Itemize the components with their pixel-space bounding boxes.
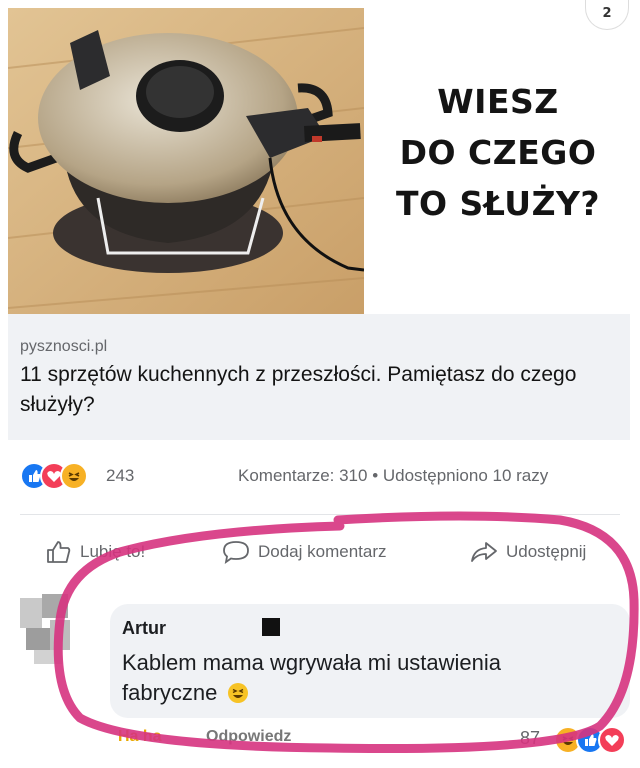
like-button[interactable]: Lubię to! — [46, 534, 145, 570]
share-button[interactable]: Udostępnij — [470, 534, 586, 570]
pot-photo — [8, 8, 364, 314]
share-label: Udostępnij — [506, 542, 587, 561]
thumbs-up-icon — [47, 541, 71, 563]
headline-line: TO SŁUŻY? — [395, 184, 601, 223]
comment-text: Kablem mama wgrywała mi ustawienia fabry… — [122, 648, 592, 708]
comment-author[interactable]: Artur — [122, 618, 166, 639]
link-title[interactable]: 11 sprzętów kuchennych z przeszłości. Pa… — [20, 360, 620, 420]
comment-reaction-count: 87 — [520, 728, 541, 748]
link-domain: pysznosci.pl — [20, 338, 108, 355]
comment-reactions[interactable]: 87 — [520, 726, 632, 756]
like-label: Lubię to! — [80, 542, 146, 561]
comment-button[interactable]: Dodaj komentarz — [222, 534, 387, 570]
comment-body: Kablem mama wgrywała mi ustawienia fabry… — [122, 650, 502, 705]
reaction-icons[interactable] — [20, 462, 104, 490]
laughing-emoji-icon — [227, 683, 248, 703]
comments-shares-count[interactable]: Komentarze: 310 • Udostępniono 10 razy — [238, 466, 640, 486]
avatar[interactable] — [20, 594, 72, 664]
censor-mark — [262, 618, 280, 636]
comment-react-link[interactable]: Ha ha — [118, 728, 162, 745]
comment-label: Dodaj komentarz — [258, 542, 387, 561]
love-reaction-icon — [598, 726, 626, 754]
comment-actions: Ha ha Odpowiedz — [118, 728, 291, 746]
divider — [20, 514, 620, 515]
facebook-post: WIESZ DO CZEGO TO SŁUŻY? 2 pysznosci.pl … — [0, 0, 640, 768]
reply-link[interactable]: Odpowiedz — [206, 728, 291, 745]
speech-bubble-icon — [223, 541, 249, 564]
headline-line: WIESZ — [437, 82, 559, 121]
headline: WIESZ DO CZEGO TO SŁUŻY? — [376, 76, 620, 229]
haha-reaction-icon — [60, 462, 88, 490]
share-arrow-icon — [471, 542, 497, 562]
headline-line: DO CZEGO — [399, 133, 597, 172]
reaction-count[interactable]: 243 — [106, 466, 134, 486]
